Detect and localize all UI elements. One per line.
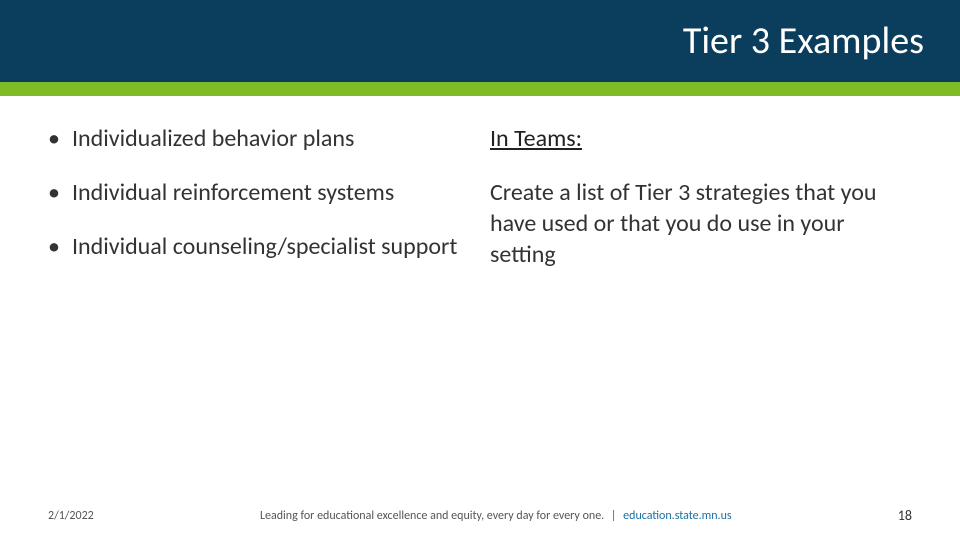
bullet-item: Individual reinforcement systems bbox=[48, 178, 460, 208]
slide: Tier 3 Examples Individualized behavior … bbox=[0, 0, 960, 540]
right-column: In Teams: Create a list of Tier 3 strate… bbox=[480, 124, 912, 540]
slide-title: Tier 3 Examples bbox=[683, 18, 924, 64]
bullet-item: Individualized behavior plans bbox=[48, 124, 460, 154]
page-number: 18 bbox=[898, 507, 912, 524]
footer-separator: | bbox=[611, 509, 617, 523]
accent-bar bbox=[0, 82, 960, 96]
left-column: Individualized behavior plans Individual… bbox=[48, 124, 480, 540]
content-area: Individualized behavior plans Individual… bbox=[0, 96, 960, 540]
bullet-text: Individual counseling/specialist support bbox=[72, 232, 457, 262]
footer-tagline: Leading for educational excellence and e… bbox=[260, 509, 604, 523]
footer: 2/1/2022 Leading for educational excelle… bbox=[0, 507, 960, 524]
bullet-list: Individualized behavior plans Individual… bbox=[48, 124, 460, 262]
bullet-text: Individual reinforcement systems bbox=[72, 178, 394, 208]
bullet-item: Individual counseling/specialist support bbox=[48, 232, 460, 262]
teams-body: Create a list of Tier 3 strategies that … bbox=[490, 177, 912, 271]
bullet-text: Individualized behavior plans bbox=[72, 124, 354, 154]
teams-heading: In Teams: bbox=[490, 124, 912, 153]
title-bar: Tier 3 Examples bbox=[0, 0, 960, 82]
footer-date: 2/1/2022 bbox=[48, 509, 94, 523]
footer-center: Leading for educational excellence and e… bbox=[94, 509, 898, 523]
footer-link: education.state.mn.us bbox=[623, 509, 731, 523]
